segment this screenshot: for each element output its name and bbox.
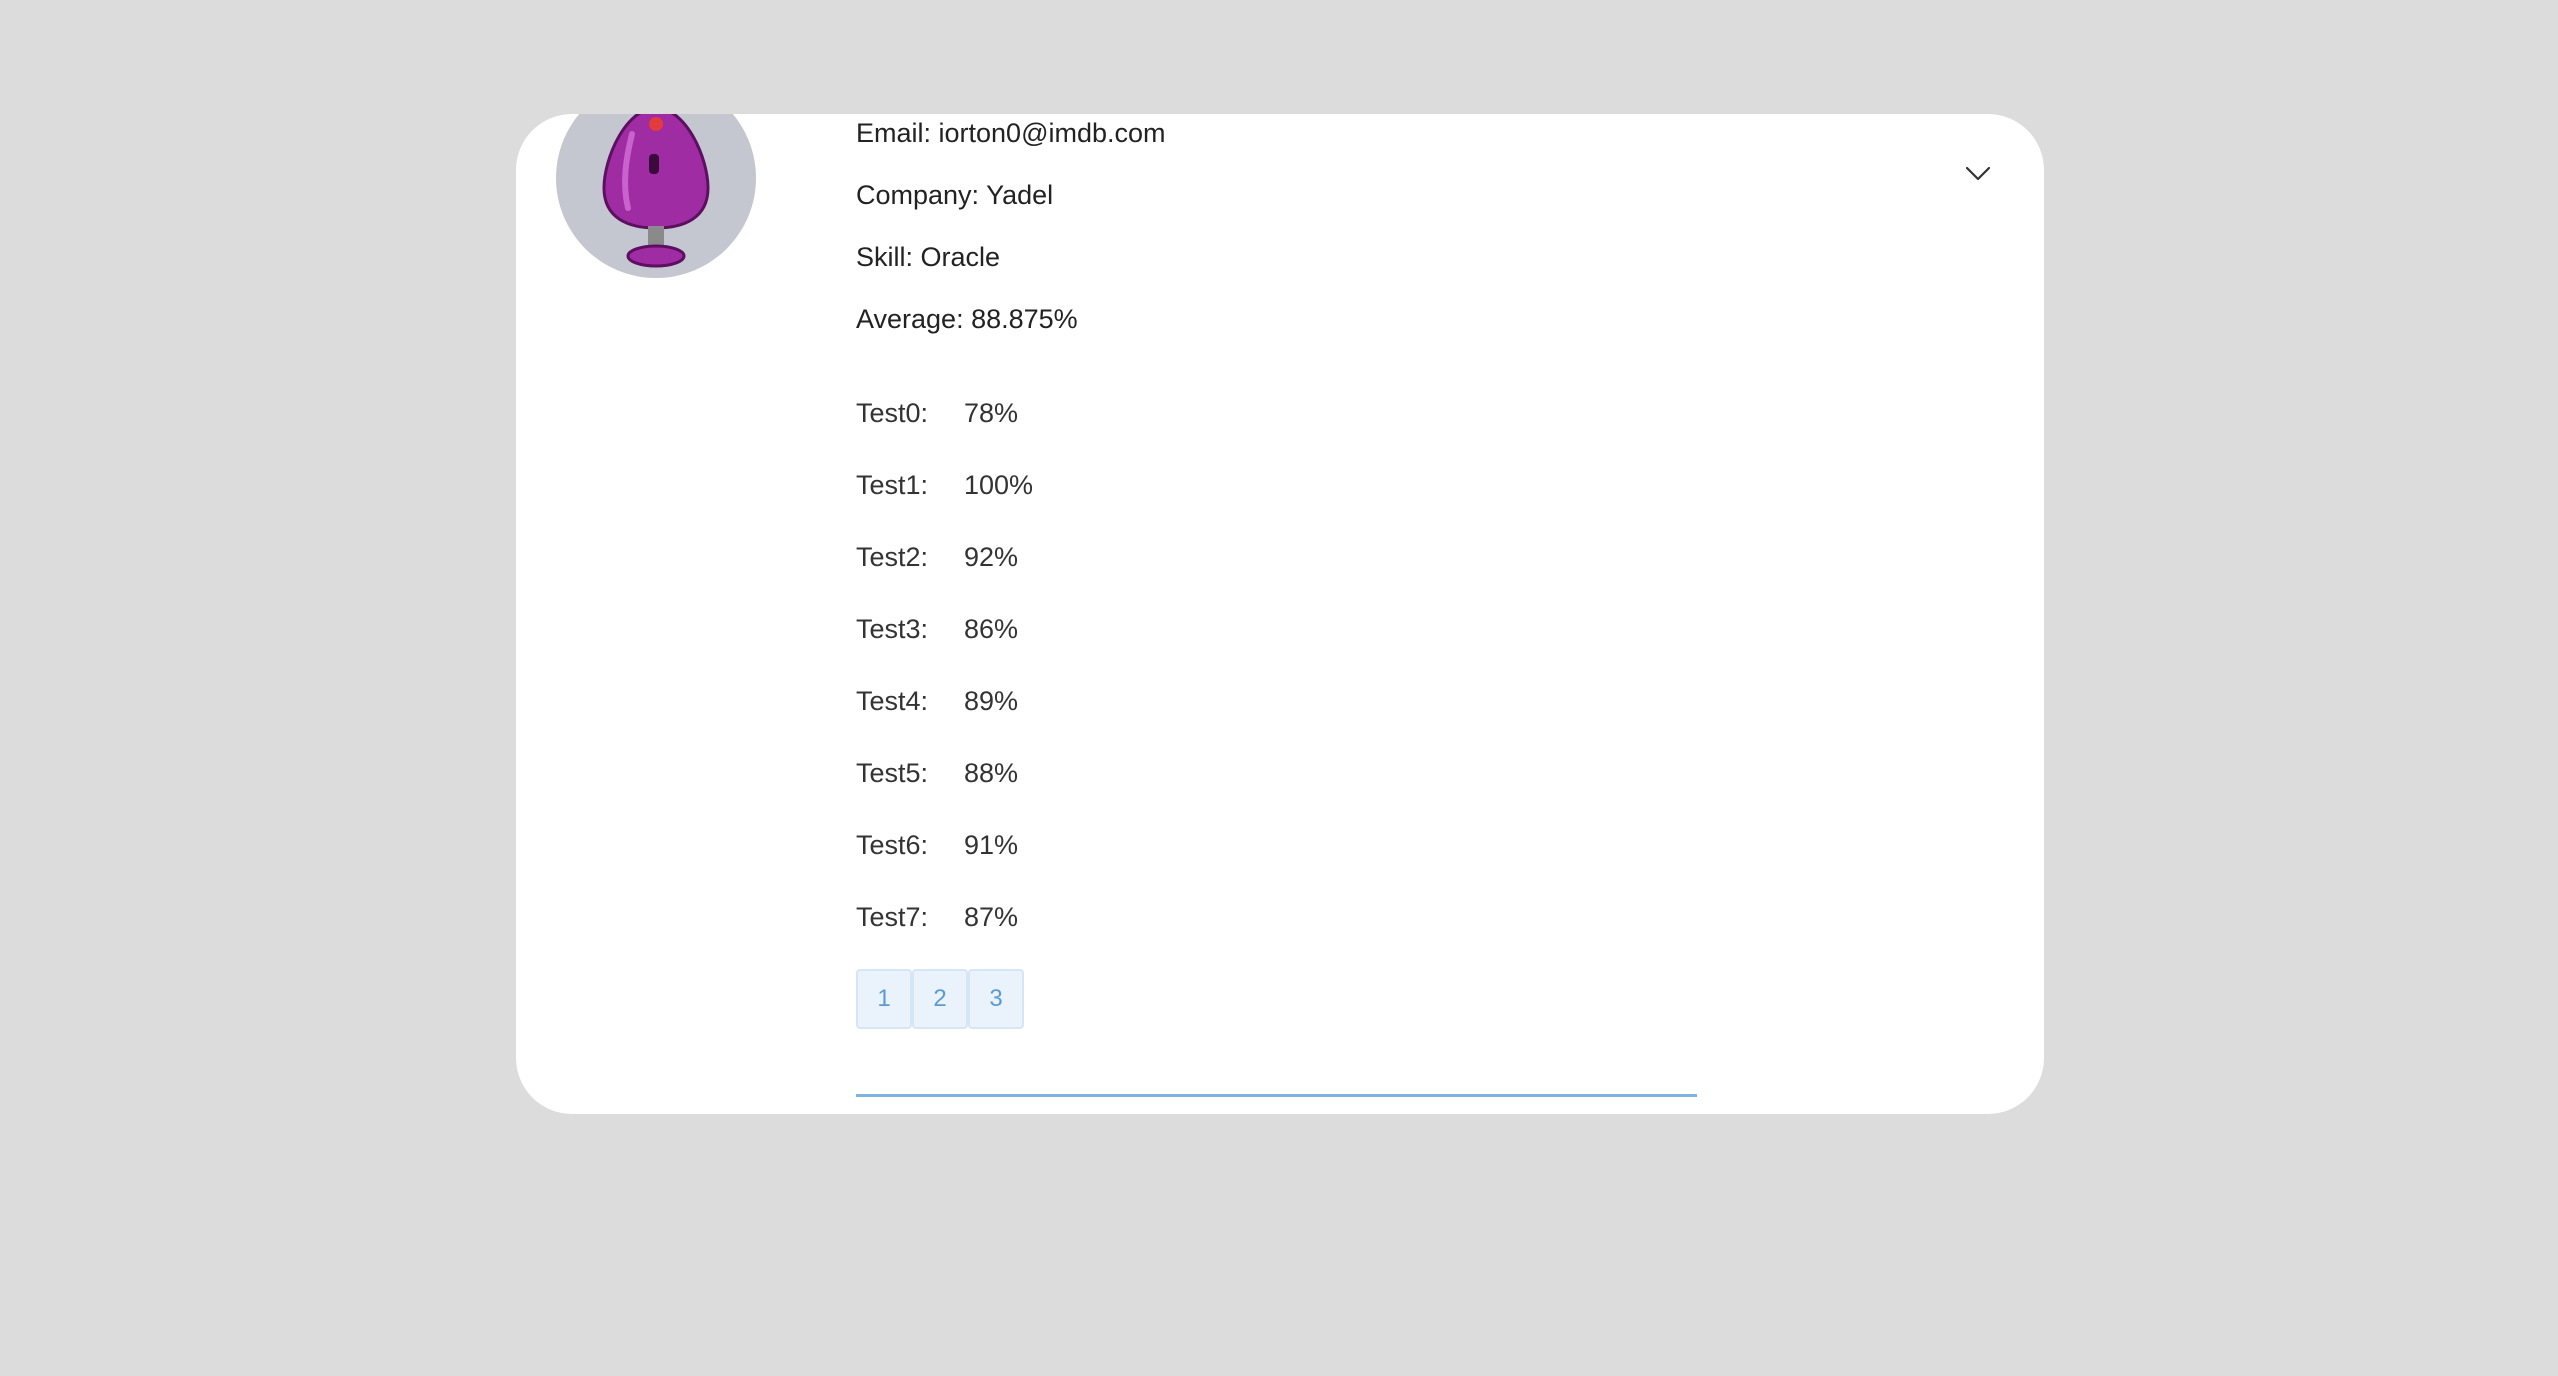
test-row: Test6: 91% bbox=[856, 830, 1018, 861]
test-row: Test1: 100% bbox=[856, 470, 1033, 501]
test-row: Test0: 78% bbox=[856, 398, 1018, 429]
test-score: 78% bbox=[964, 398, 1019, 428]
test-label: Test3: bbox=[856, 614, 929, 644]
test-label: Test1: bbox=[856, 470, 929, 500]
test-row: Test2: 92% bbox=[856, 542, 1018, 573]
test-score: 86% bbox=[964, 614, 1019, 644]
email-text: Email: iorton0@imdb.com bbox=[856, 118, 1166, 148]
test-score: 92% bbox=[964, 542, 1019, 572]
page-button-3[interactable]: 3 bbox=[968, 969, 1024, 1029]
input-underline[interactable] bbox=[856, 1094, 1697, 1097]
test-row: Test4: 89% bbox=[856, 686, 1018, 717]
average-text: Average: 88.875% bbox=[856, 304, 1078, 334]
test-label: Test7: bbox=[856, 902, 929, 932]
student-card: Email: iorton0@imdb.com Company: Yadel S… bbox=[516, 114, 2044, 1114]
pagination: 1 2 3 bbox=[856, 969, 1024, 1029]
expand-toggle-button[interactable] bbox=[1960, 156, 1996, 192]
test-score: 88% bbox=[964, 758, 1019, 788]
page-button-2[interactable]: 2 bbox=[912, 969, 968, 1029]
test-label: Test2: bbox=[856, 542, 929, 572]
page-button-1[interactable]: 1 bbox=[856, 969, 912, 1029]
test-row: Test5: 88% bbox=[856, 758, 1018, 789]
skill-text: Skill: Oracle bbox=[856, 242, 1001, 272]
test-label: Test4: bbox=[856, 686, 929, 716]
test-label: Test0: bbox=[856, 398, 929, 428]
test-row: Test3: 86% bbox=[856, 614, 1018, 645]
test-score: 100% bbox=[964, 470, 1034, 500]
avatar bbox=[556, 114, 756, 278]
chevron-down-icon bbox=[1965, 166, 1991, 181]
robot-avatar-icon bbox=[602, 114, 710, 268]
test-score: 87% bbox=[964, 902, 1019, 932]
test-label: Test5: bbox=[856, 758, 929, 788]
test-score: 91% bbox=[964, 830, 1019, 860]
test-score: 89% bbox=[964, 686, 1019, 716]
test-label: Test6: bbox=[856, 830, 929, 860]
test-row: Test7: 87% bbox=[856, 902, 1018, 933]
company-text: Company: Yadel bbox=[856, 180, 1054, 210]
